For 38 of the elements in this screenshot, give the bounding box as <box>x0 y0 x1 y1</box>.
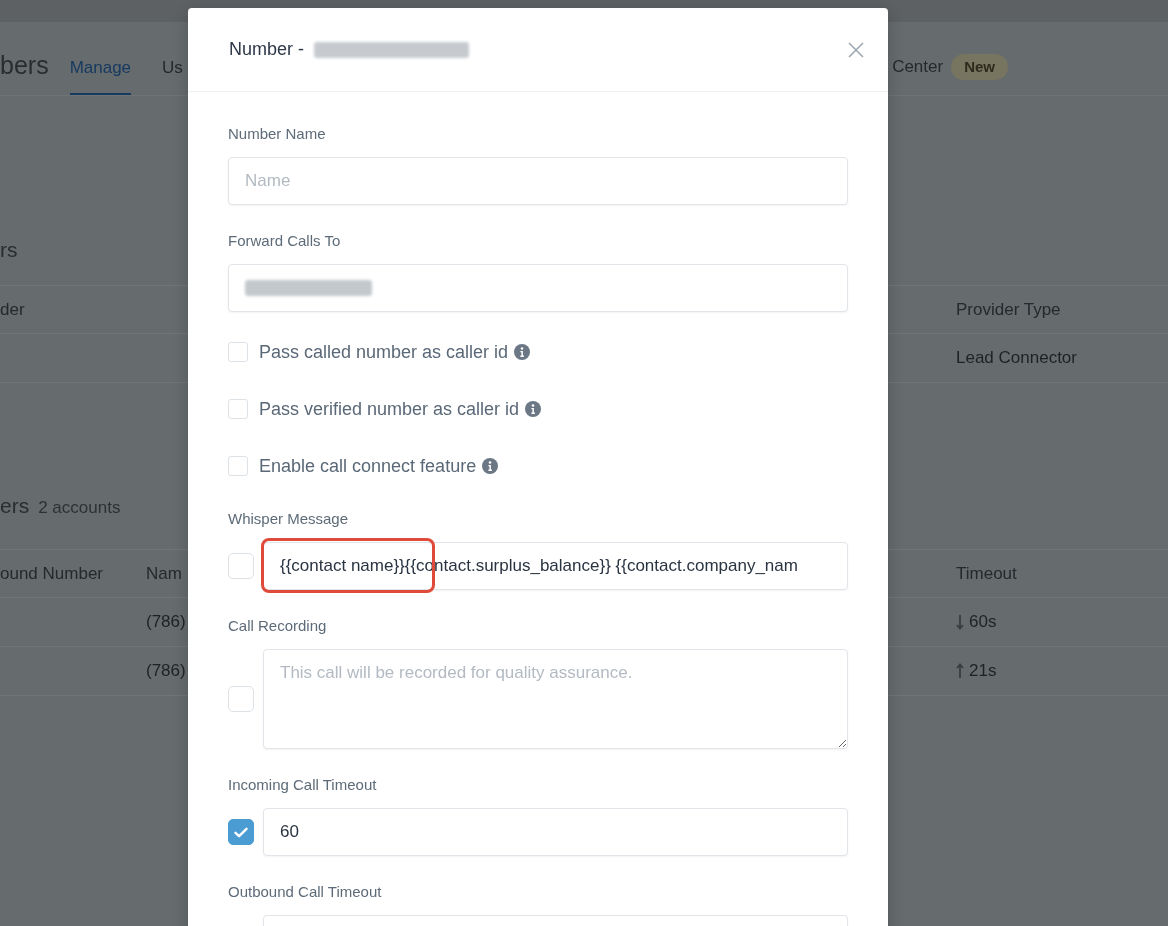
section-heading: rs <box>0 237 18 263</box>
textarea-input[interactable]: This call will be recorded for quality assurance. <box>263 649 848 749</box>
table-cell-text: Lead Connector <box>956 347 1077 370</box>
column-header: Nam <box>146 563 182 583</box>
tab[interactable]: Us <box>162 56 183 95</box>
tab[interactable]: Manage <box>69 56 132 95</box>
table-cell-text: (786) <box>146 660 186 683</box>
checkbox-label: Pass verified number as caller id <box>259 398 520 421</box>
close-button[interactable] <box>846 39 866 60</box>
table-cell-text: 60s <box>969 611 997 634</box>
phone-input[interactable] <box>228 264 848 312</box>
check-icon <box>234 826 248 838</box>
section-heading: ers <box>0 493 30 519</box>
column-header: Timeout <box>956 563 1017 583</box>
field-label: Forward Calls To <box>228 231 342 251</box>
field-label: Whisper Message <box>228 509 350 529</box>
new-badge: New <box>951 54 1008 80</box>
field-label: Number Name <box>228 124 327 144</box>
checkbox[interactable] <box>228 819 254 845</box>
checkbox-label: Pass called number as caller id <box>259 341 509 364</box>
field-label: Call Recording <box>228 616 328 636</box>
column-header: Provider Type <box>956 299 1061 319</box>
checkbox-label: Enable call connect feature <box>259 455 477 478</box>
text-input[interactable]: 60 <box>263 808 848 856</box>
column-header: ound Number <box>0 563 103 583</box>
field-label: Outbound Call Timeout <box>228 882 383 902</box>
modal-title: Number - <box>229 38 304 61</box>
column-header: der <box>0 299 25 319</box>
text-input[interactable]: Name <box>228 157 848 205</box>
down-arrow-icon <box>956 614 964 630</box>
field-label: Incoming Call Timeout <box>228 775 378 795</box>
table-cell-text: 21s <box>969 660 997 683</box>
close-icon <box>848 41 864 58</box>
account-count: 2 accounts <box>38 497 121 519</box>
page-title: bers <box>0 50 49 80</box>
up-arrow-icon <box>956 663 964 679</box>
tab[interactable]: Center New <box>892 54 1008 95</box>
table-cell-text: (786) <box>146 611 186 634</box>
